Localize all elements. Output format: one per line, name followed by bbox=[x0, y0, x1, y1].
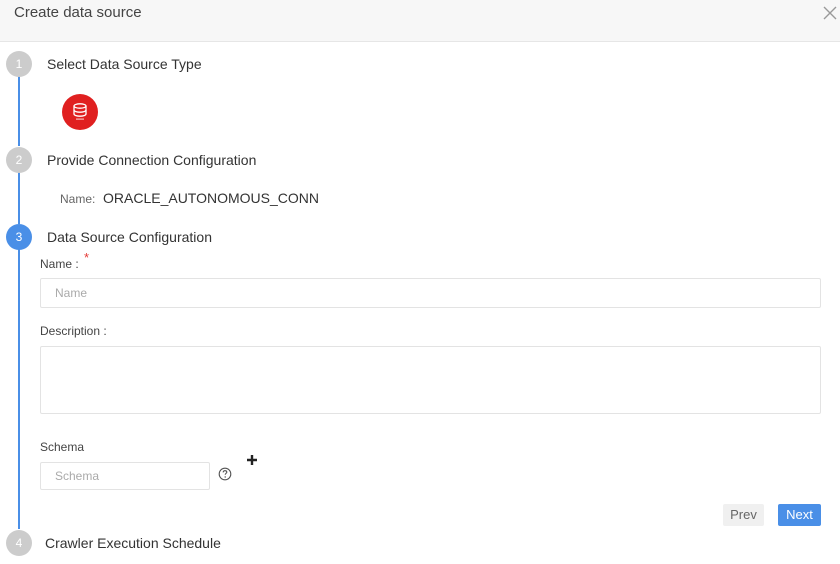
step-1-indicator: 1 bbox=[6, 51, 32, 77]
prev-button[interactable]: Prev bbox=[723, 504, 764, 526]
close-icon[interactable] bbox=[820, 3, 840, 23]
oracle-database-icon[interactable] bbox=[62, 94, 98, 130]
schema-label: Schema bbox=[40, 440, 85, 454]
next-button[interactable]: Next bbox=[778, 504, 821, 526]
step-3-title[interactable]: Data Source Configuration bbox=[47, 229, 212, 245]
schema-input[interactable] bbox=[40, 462, 210, 490]
description-input[interactable] bbox=[40, 346, 821, 414]
dialog-header: Create data source bbox=[0, 0, 840, 42]
step-1-title[interactable]: Select Data Source Type bbox=[47, 56, 202, 72]
required-marker: * bbox=[84, 250, 90, 265]
stepper-connector-2 bbox=[18, 172, 20, 224]
name-label: Name : bbox=[40, 257, 79, 271]
help-icon[interactable] bbox=[218, 467, 232, 481]
description-label: Description : bbox=[40, 324, 107, 338]
step-2-indicator: 2 bbox=[6, 147, 32, 173]
connection-name-label: Name: bbox=[60, 192, 96, 206]
connection-name-value: ORACLE_AUTONOMOUS_CONN bbox=[103, 190, 320, 206]
stepper-connector-1 bbox=[18, 76, 20, 146]
dialog-title: Create data source bbox=[14, 4, 142, 21]
step-2-title[interactable]: Provide Connection Configuration bbox=[47, 152, 256, 168]
stepper-connector-3 bbox=[18, 249, 20, 529]
step-4-title[interactable]: Crawler Execution Schedule bbox=[45, 535, 221, 551]
add-schema-plus-icon[interactable] bbox=[245, 453, 259, 467]
name-input[interactable] bbox=[40, 278, 821, 308]
step-4-indicator: 4 bbox=[6, 530, 32, 556]
step-3-indicator: 3 bbox=[6, 224, 32, 250]
